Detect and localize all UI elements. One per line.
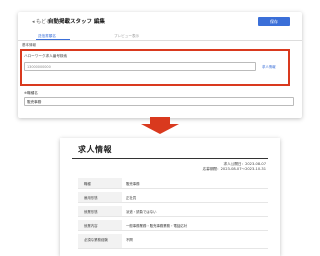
tab-preview[interactable]: プレビュー表示	[114, 34, 139, 39]
arrow-down-icon	[150, 117, 170, 124]
application-period: 応募期間：2023-08-07〜2023-10-31	[202, 167, 266, 171]
arrow-head-icon	[141, 124, 179, 134]
section-label: 基本情報	[22, 43, 36, 47]
job-info-document: 求人情報 求人公開日：2023-08-07 応募期間：2023-08-07〜20…	[60, 138, 280, 256]
row-value: 正社員	[126, 196, 137, 200]
table-row: 必須な業務経験 不問	[78, 234, 268, 249]
row-label: 就業内容	[84, 224, 98, 228]
row-label: 必須な業務経験	[84, 238, 108, 242]
row-value: 一般事務業務・販売事務業務・電話応対	[126, 224, 188, 228]
save-button[interactable]: 保存	[258, 17, 290, 26]
row-value: 販売事務	[126, 182, 140, 186]
table-row: 雇用形態 正社員	[78, 192, 268, 203]
input-placeholder: 13000000000	[27, 64, 51, 69]
job-number-input[interactable]	[24, 62, 256, 71]
row-value: 不問	[126, 238, 133, 242]
row-label: 雇用形態	[84, 196, 98, 200]
document-title: 求人情報	[78, 145, 112, 154]
job-title-input[interactable]	[24, 97, 294, 106]
table-row: 職種 販売事務	[78, 178, 268, 189]
title-divider	[72, 158, 268, 159]
form-screenshot-panel: ◂ もどる 自動掲載スタッフ 編集 保存 送信書類名 プレビュー表示 基本情報 …	[18, 12, 302, 118]
job-title-label: ※職種名	[24, 91, 38, 95]
row-label: 就業形態	[84, 210, 98, 214]
active-tab-indicator	[36, 39, 70, 40]
row-label: 職種	[84, 182, 91, 186]
page-title: 自動掲載スタッフ 編集	[48, 19, 105, 25]
lookup-link[interactable]: 求人情報	[262, 64, 276, 69]
row-value: 派遣・請負ではない	[126, 210, 157, 214]
job-title-value: 販売事務	[27, 99, 42, 104]
table-row: 就業内容 一般事務業務・販売事務業務・電話応対	[78, 220, 268, 231]
field-label: ハローワーク求人番号検索	[24, 54, 68, 58]
table-row: 就業形態 派遣・請負ではない	[78, 206, 268, 217]
